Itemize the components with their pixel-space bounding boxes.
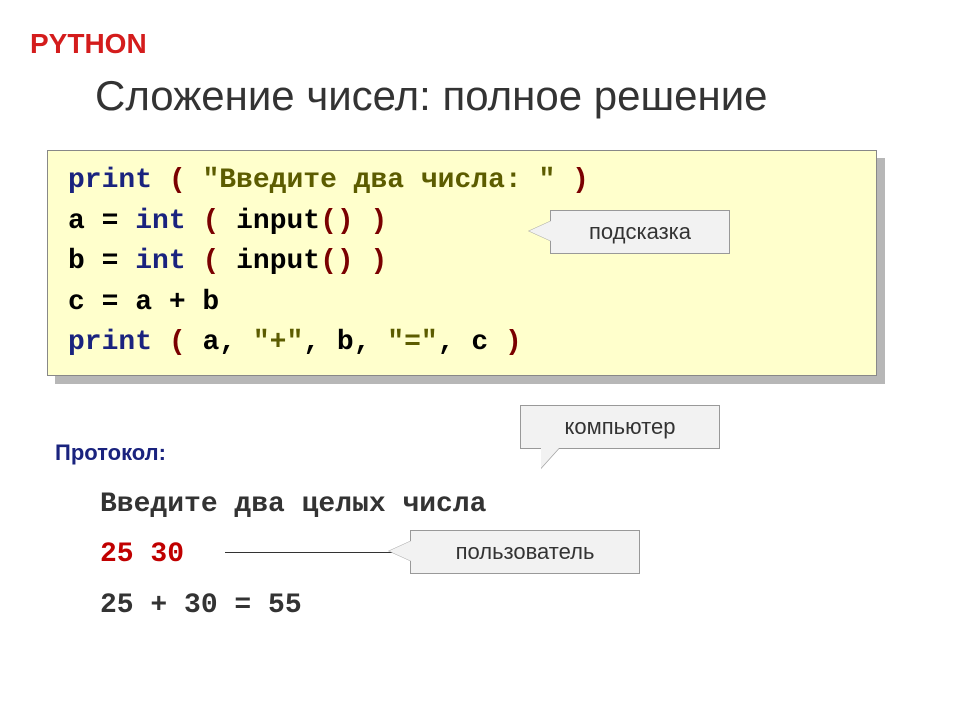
code-block: print ( "Введите два числа: " ) a = int …	[47, 150, 877, 376]
code-string: "="	[387, 327, 437, 358]
code-paren-close: )	[572, 165, 589, 196]
code-paren-close: )	[505, 327, 522, 358]
slide-title: Сложение чисел: полное решение	[95, 72, 768, 120]
callout-hint: подсказка	[550, 210, 730, 254]
code-args: , b,	[303, 327, 387, 358]
code-args: a,	[186, 327, 253, 358]
code-var-a: a	[68, 206, 85, 237]
code-string: "Введите два числа: "	[186, 165, 572, 196]
protocol-prompt-line: Введите два целых числа	[100, 480, 486, 530]
connector-line	[225, 552, 410, 553]
slide: PYTHON Сложение чисел: полное решение pr…	[0, 0, 960, 720]
code-args: , c	[438, 327, 505, 358]
code-keyword-print: print	[68, 327, 152, 358]
code-keyword-print: print	[68, 165, 152, 196]
protocol-heading: Протокол:	[55, 440, 166, 466]
code-paren-open: (	[202, 206, 219, 237]
code-paren-close: )	[354, 246, 388, 277]
code-call-input: input	[219, 246, 320, 277]
code-paren-open: (	[169, 327, 186, 358]
code-assign: =	[85, 246, 135, 277]
protocol-result-line: 25 + 30 = 55	[100, 581, 486, 631]
code-call-input: input	[219, 206, 320, 237]
code-parens: ()	[320, 206, 354, 237]
code-string: "+"	[253, 327, 303, 358]
code-parens: ()	[320, 246, 354, 277]
code-paren-open: (	[169, 165, 186, 196]
code-expr-sum: c = a + b	[68, 287, 219, 318]
code-keyword-int: int	[135, 206, 185, 237]
callout-user: пользователь	[410, 530, 640, 574]
code-paren-close: )	[354, 206, 388, 237]
code-keyword-int: int	[135, 246, 185, 277]
code-var-b: b	[68, 246, 85, 277]
code-paren-open: (	[202, 246, 219, 277]
language-label: PYTHON	[30, 28, 147, 60]
callout-computer: компьютер	[520, 405, 720, 449]
code-assign: =	[85, 206, 135, 237]
